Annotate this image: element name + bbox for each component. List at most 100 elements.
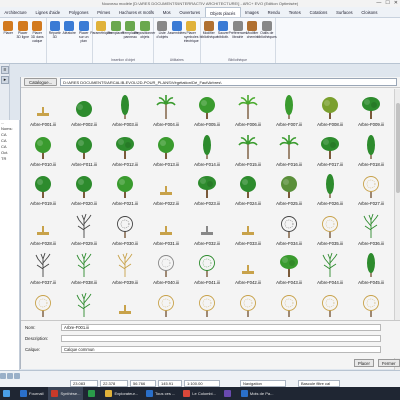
close-icon[interactable]: ✕ xyxy=(394,0,398,7)
scale-dropdown[interactable]: 1:100.00 xyxy=(184,379,220,387)
taskbar-app[interactable]: Synthèse... xyxy=(48,387,84,400)
maximize-icon[interactable]: ☐ xyxy=(385,0,389,7)
library-item[interactable]: Arbre-F045.iii xyxy=(351,249,391,288)
ribbon-button[interactable]: Modifier bibliothèque xyxy=(200,19,218,58)
layer-filter-dropdown[interactable]: Bascule filtre cal xyxy=(298,379,340,387)
menu-tab[interactable]: Images xyxy=(241,7,264,17)
library-item[interactable]: Arbre-F034.iii xyxy=(269,210,309,249)
library-item[interactable]: Arbre-F035.iii xyxy=(310,210,350,249)
library-item[interactable]: Arbre-F031.iii xyxy=(146,210,186,249)
ribbon-button[interactable]: Paramétriques xyxy=(90,19,112,58)
menu-tab[interactable]: Objets placés xyxy=(204,7,241,17)
taskbar-app[interactable]: Fournail xyxy=(17,387,46,400)
coord-y-field[interactable]: 22.378 xyxy=(100,379,128,387)
ribbon-button[interactable]: Préférences librairie xyxy=(229,19,247,58)
library-item[interactable]: Arbre-F023.iii xyxy=(187,170,227,209)
library-item[interactable]: Arbre-F002.iii xyxy=(64,91,104,130)
menu-tab[interactable]: Surfaces xyxy=(332,7,357,17)
library-item[interactable]: Arbre-F036.iii xyxy=(351,210,391,249)
taskbar-app[interactable] xyxy=(221,387,236,400)
library-item[interactable]: Arbre-F020.iii xyxy=(64,170,104,209)
library-item[interactable]: Arbre-F003.iii xyxy=(105,91,145,130)
menu-tab[interactable]: Architecture xyxy=(0,7,31,17)
library-item[interactable]: Arbre-F030.iii xyxy=(105,210,145,249)
library-item[interactable]: Arbre-F009.iii xyxy=(351,91,391,130)
menu-tab[interactable]: Polygones xyxy=(64,7,92,17)
library-item[interactable]: Arbre-F014.iii xyxy=(187,131,227,170)
menu-tab[interactable]: Mos xyxy=(158,7,175,17)
name-field[interactable]: Arbre-F001.iii xyxy=(61,324,381,331)
library-item[interactable]: Arbre-F012.iii xyxy=(105,131,145,170)
library-item[interactable]: Arbre-F019.iii xyxy=(23,170,63,209)
library-item[interactable]: Arbre-F044.iii xyxy=(310,249,350,288)
menu-tab[interactable]: Rendu xyxy=(263,7,284,17)
coord-x-field[interactable]: 23.083 xyxy=(70,379,98,387)
taskbar-app[interactable] xyxy=(85,387,100,400)
library-item[interactable]: Arbre-F024.iii xyxy=(228,170,268,209)
library-item[interactable]: Arbre-F033.iii xyxy=(228,210,268,249)
menu-tab[interactable]: Textes xyxy=(284,7,305,17)
library-item[interactable]: Arbre-F042.iii xyxy=(228,249,268,288)
library-item[interactable]: Arbre-F007.iii xyxy=(269,91,309,130)
library-item[interactable]: Arbre-F039.iii xyxy=(105,249,145,288)
ribbon-button[interactable]: Placer 3D dans calque xyxy=(30,19,45,58)
scrollbar-thumb[interactable] xyxy=(396,103,400,193)
library-item[interactable]: Arbre-F028.iii xyxy=(23,210,63,249)
library-item[interactable]: Arbre-F029.iii xyxy=(64,210,104,249)
panel-toggle-icon[interactable]: ≡ xyxy=(1,66,9,74)
ribbon-button[interactable]: Outils de bibliothèques xyxy=(257,19,277,58)
ribbon-button[interactable]: Remplacer xyxy=(108,19,124,58)
library-item[interactable]: Arbre-F010.iii xyxy=(23,131,63,170)
path-field[interactable]: D:\ARES DOCUMENTS\ARCALIB-EVOL\2D-POUR_P… xyxy=(60,78,397,86)
catalogue-button[interactable]: Catalogue... xyxy=(24,78,58,86)
library-item[interactable]: Arbre-F015.iii xyxy=(228,131,268,170)
layer-field[interactable]: Calque commun xyxy=(61,346,381,353)
ribbon-button[interactable]: Liste d'objets xyxy=(155,19,170,58)
library-item[interactable]: Arbre-F026.iii xyxy=(310,170,350,209)
library-item[interactable]: Arbre-F027.iii xyxy=(351,170,391,209)
taskbar-app[interactable]: Tous ces ... xyxy=(143,387,178,400)
library-item[interactable]: Arbre-F016.iii xyxy=(269,131,309,170)
ribbon-button[interactable]: Placer xyxy=(1,19,16,58)
library-item[interactable]: Arbre-F013.iii xyxy=(146,131,186,170)
menu-tab[interactable]: Cloisons xyxy=(357,7,382,17)
library-item[interactable]: Arbre-F038.iii xyxy=(64,249,104,288)
library-item[interactable]: Arbre-F008.iii xyxy=(310,91,350,130)
library-item[interactable]: Arbre-F001.iii xyxy=(23,91,63,130)
ribbon-button[interactable]: Placer 3D ligne xyxy=(16,19,31,58)
library-item[interactable]: Arbre-F017.iii xyxy=(310,131,350,170)
ribbon-button[interactable]: Aléatoire xyxy=(62,19,77,58)
library-item[interactable]: Arbre-F041.iii xyxy=(187,249,227,288)
library-item[interactable]: Arbre-F037.iii xyxy=(23,249,63,288)
library-item[interactable]: Arbre-F043.iii xyxy=(269,249,309,288)
ribbon-button[interactable]: Placer sur un plan xyxy=(77,19,92,58)
menu-tab[interactable]: Lignes d'aide xyxy=(31,7,64,17)
panel-pin-icon[interactable]: ▸ xyxy=(1,76,9,84)
library-item[interactable]: Arbre-F004.iii xyxy=(146,91,186,130)
windows-start-icon[interactable] xyxy=(0,387,15,400)
mode-dropdown[interactable]: Navigation xyxy=(240,379,286,387)
library-item[interactable]: Arbre-F006.iii xyxy=(228,91,268,130)
library-item[interactable]: Arbre-F022.iii xyxy=(146,170,186,209)
library-item[interactable]: Arbre-F018.iii xyxy=(351,131,391,170)
library-item[interactable]: Arbre-F005.iii xyxy=(187,91,227,130)
menu-tab[interactable]: Hachures et motifs xyxy=(115,7,159,17)
menu-tab[interactable]: Primes xyxy=(93,7,115,17)
library-item[interactable]: Arbre-F032.iii xyxy=(187,210,227,249)
library-item[interactable]: Arbre-F021.iii xyxy=(105,170,145,209)
minimize-icon[interactable]: — xyxy=(376,0,381,7)
close-button[interactable]: Fermer xyxy=(378,359,400,367)
angle-field[interactable]: 145.91 xyxy=(158,379,182,387)
library-item[interactable]: Arbre-F011.iii xyxy=(64,131,104,170)
taskbar-app[interactable]: Mots de Pa... xyxy=(238,387,277,400)
ribbon-button[interactable]: Repositionner objets xyxy=(134,19,155,58)
length-field[interactable]: 56.766 xyxy=(130,379,156,387)
description-field[interactable] xyxy=(61,335,381,342)
ribbon-button[interactable]: Assemblées xyxy=(168,19,186,58)
ribbon-button[interactable]: Placer symboles électrique xyxy=(184,19,199,58)
library-item[interactable]: Arbre-F025.iii xyxy=(269,170,309,209)
place-button[interactable]: Placer xyxy=(354,359,374,367)
menu-tab[interactable]: Ouvertures xyxy=(175,7,205,17)
taskbar-app[interactable]: Explorateur... xyxy=(102,387,141,400)
ribbon-button[interactable]: Répartir 3D xyxy=(48,19,63,58)
